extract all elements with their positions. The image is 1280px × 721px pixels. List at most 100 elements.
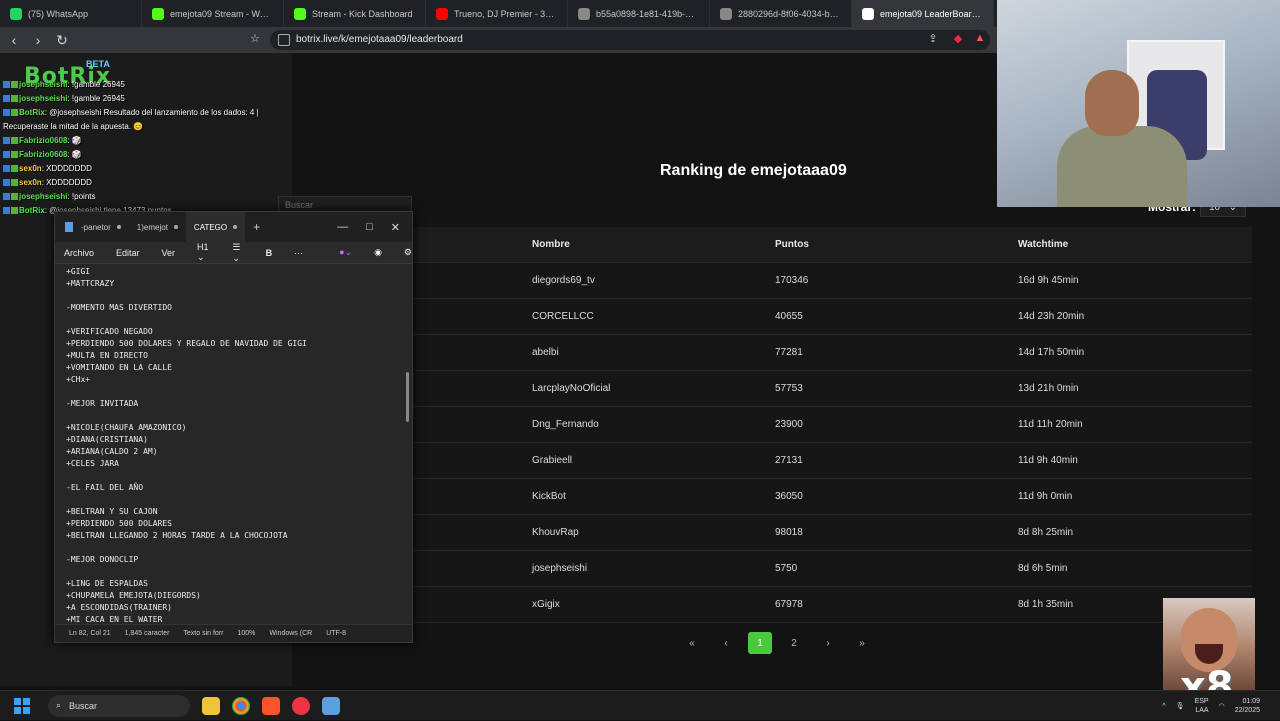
- chat-username[interactable]: josephseishi: [19, 80, 67, 89]
- browser-tab[interactable]: emejota09 LeaderBoard | The: [852, 0, 994, 27]
- heading-dropdown[interactable]: H1 ⌄: [197, 242, 210, 263]
- text-line: [66, 542, 401, 554]
- browser-tab[interactable]: (75) WhatsApp: [0, 0, 142, 27]
- browser-tab[interactable]: 2880296d-8f06-4034-b174-26: [710, 0, 852, 27]
- list-icon[interactable]: ☰ ⌄: [232, 242, 243, 264]
- text-line: [66, 314, 401, 326]
- notepad-tab[interactable]: 1)emejot: [129, 212, 186, 242]
- header-name[interactable]: Nombre: [532, 239, 570, 250]
- tab-favicon-icon: [152, 7, 164, 20]
- chat-username[interactable]: sex0n: [19, 178, 42, 187]
- new-tab-button[interactable]: +: [245, 212, 268, 242]
- windows-start-icon[interactable]: [14, 697, 30, 714]
- first-page-button[interactable]: «: [680, 632, 704, 654]
- chrome-icon[interactable]: [232, 696, 250, 715]
- chat-username[interactable]: josephseishi: [19, 192, 67, 201]
- tab-favicon-icon: [720, 7, 732, 20]
- chat-message: josephseishi: !points: [0, 190, 276, 204]
- brave-shield-icon[interactable]: ◆: [951, 32, 965, 46]
- more-button[interactable]: ···: [294, 248, 303, 258]
- notepad-taskbar-icon[interactable]: [322, 696, 340, 715]
- clock[interactable]: 01:09 22/2025: [1235, 697, 1260, 715]
- app-icon[interactable]: [292, 696, 310, 715]
- minimize-icon[interactable]: —: [337, 221, 348, 234]
- tab-favicon-icon: [436, 7, 448, 20]
- cell-watchtime: 11d 9h 0min: [1018, 491, 1073, 502]
- tab-label: Stream - Kick Dashboard: [312, 8, 413, 19]
- reload-icon[interactable]: ↻: [52, 30, 72, 50]
- browser-tab[interactable]: b55a0898-1e81-419b-89f4-f2: [568, 0, 710, 27]
- text-format[interactable]: Texto sin forr: [183, 630, 223, 637]
- chat-badge-icon: [3, 179, 10, 187]
- tab-label: Trueno, DJ Premier - 344 (Visual: [454, 8, 557, 19]
- last-page-button[interactable]: »: [850, 632, 874, 654]
- chevron-up-icon[interactable]: ^: [1162, 703, 1165, 710]
- bookmark-icon[interactable]: ☆: [248, 32, 262, 46]
- file-explorer-icon[interactable]: [202, 696, 220, 715]
- notepad-tab-label: CATEGO: [193, 222, 228, 232]
- chat-text: : !gamble 26945: [67, 80, 125, 89]
- bold-button[interactable]: B: [266, 248, 273, 258]
- close-icon[interactable]: ✕: [391, 221, 400, 234]
- language-indicator[interactable]: ESP LAA: [1195, 697, 1209, 715]
- text-line: [66, 470, 401, 482]
- settings-gear-icon[interactable]: ⚙: [404, 247, 412, 258]
- webcam-overlay: [997, 0, 1280, 207]
- chat-username[interactable]: Fabrizio0608: [19, 150, 67, 159]
- chat-badge-icon: [3, 109, 10, 117]
- clock-date: 22/2025: [1234, 707, 1260, 714]
- chat-overlay: josephseishi: !gamble 26945 josephseishi:…: [0, 78, 276, 218]
- brave-icon[interactable]: [262, 696, 280, 715]
- browser-tab[interactable]: emejota09 Stream - Watch Live: [142, 0, 284, 27]
- chat-username[interactable]: josephseishi: [19, 94, 67, 103]
- notepad-tab-active[interactable]: CATEGO: [185, 212, 246, 242]
- chat-badge-icon: [11, 137, 18, 145]
- rewards-icon[interactable]: ▲: [973, 32, 987, 46]
- notepad-text-area[interactable]: +GIGI +MATTCRAZY -MOMENTO MAS DIVERTIDO +VE…: [55, 266, 412, 626]
- page-1-button[interactable]: 1: [748, 632, 772, 654]
- chat-username[interactable]: BotRix: [19, 108, 45, 117]
- table-row: abelbi 77281 14d 17h 50min: [278, 335, 1252, 371]
- url-field[interactable]: botrix.live/k/emejotaaa09/leaderboard: [270, 30, 990, 50]
- back-icon[interactable]: ‹: [4, 30, 24, 50]
- wifi-icon[interactable]: ◠: [1219, 702, 1225, 710]
- header-watchtime[interactable]: Watchtime: [1018, 239, 1068, 250]
- notepad-tab[interactable]: -panetor: [73, 212, 129, 242]
- page-2-button[interactable]: 2: [782, 632, 806, 654]
- chat-username[interactable]: sex0n: [19, 164, 42, 173]
- copilot-icon[interactable]: ●⌄: [339, 247, 352, 258]
- account-icon[interactable]: ◉: [374, 247, 382, 258]
- menu-ver[interactable]: Ver: [162, 248, 176, 258]
- char-count: 1,845 caracter: [124, 630, 170, 637]
- chat-username[interactable]: BotRix: [19, 206, 45, 215]
- browser-tab[interactable]: Trueno, DJ Premier - 344 (Visual: [426, 0, 568, 27]
- table-row: diegords69_tv 170346 16d 9h 45min: [278, 263, 1252, 299]
- menu-editar[interactable]: Editar: [116, 248, 140, 258]
- chat-message: BotRix: @josephseishi Resultado del lanz…: [0, 106, 276, 134]
- streamer-head: [1085, 70, 1139, 136]
- chat-badge-icon: [3, 165, 10, 173]
- prev-page-button[interactable]: ‹: [714, 632, 738, 654]
- encoding[interactable]: UTF-8: [326, 630, 346, 637]
- chat-username[interactable]: Fabrizio0608: [19, 136, 67, 145]
- text-line: +LING DE ESPALDAS: [66, 579, 148, 588]
- scrollbar-thumb[interactable]: [406, 372, 409, 422]
- chat-text: : XDDDDDDD: [41, 178, 92, 187]
- mic-icon[interactable]: 🎙: [1176, 702, 1185, 710]
- text-line: +A ESCONDIDAS(TRAINER): [66, 603, 172, 612]
- browser-tab[interactable]: Stream - Kick Dashboard: [284, 0, 426, 27]
- site-info-icon[interactable]: [278, 34, 290, 46]
- maximize-icon[interactable]: □: [366, 221, 373, 234]
- line-ending[interactable]: Windows (CR: [269, 630, 312, 637]
- share-icon[interactable]: ⇪: [926, 32, 940, 46]
- header-points[interactable]: Puntos: [775, 239, 809, 250]
- next-page-button[interactable]: ›: [816, 632, 840, 654]
- zoom-level[interactable]: 100%: [237, 630, 255, 637]
- leaderboard-table: Nombre Puntos Watchtime diegords69_tv 170…: [278, 227, 1252, 623]
- taskbar-search[interactable]: ⌕ Buscar: [48, 694, 190, 717]
- text-line: +DIANA(CRISTIANA): [66, 435, 148, 444]
- text-line: +VOMITANDO EN LA CALLE: [66, 363, 172, 372]
- forward-icon[interactable]: ›: [28, 30, 48, 50]
- menu-archivo[interactable]: Archivo: [64, 248, 94, 258]
- chat-badge-icon: [3, 207, 10, 215]
